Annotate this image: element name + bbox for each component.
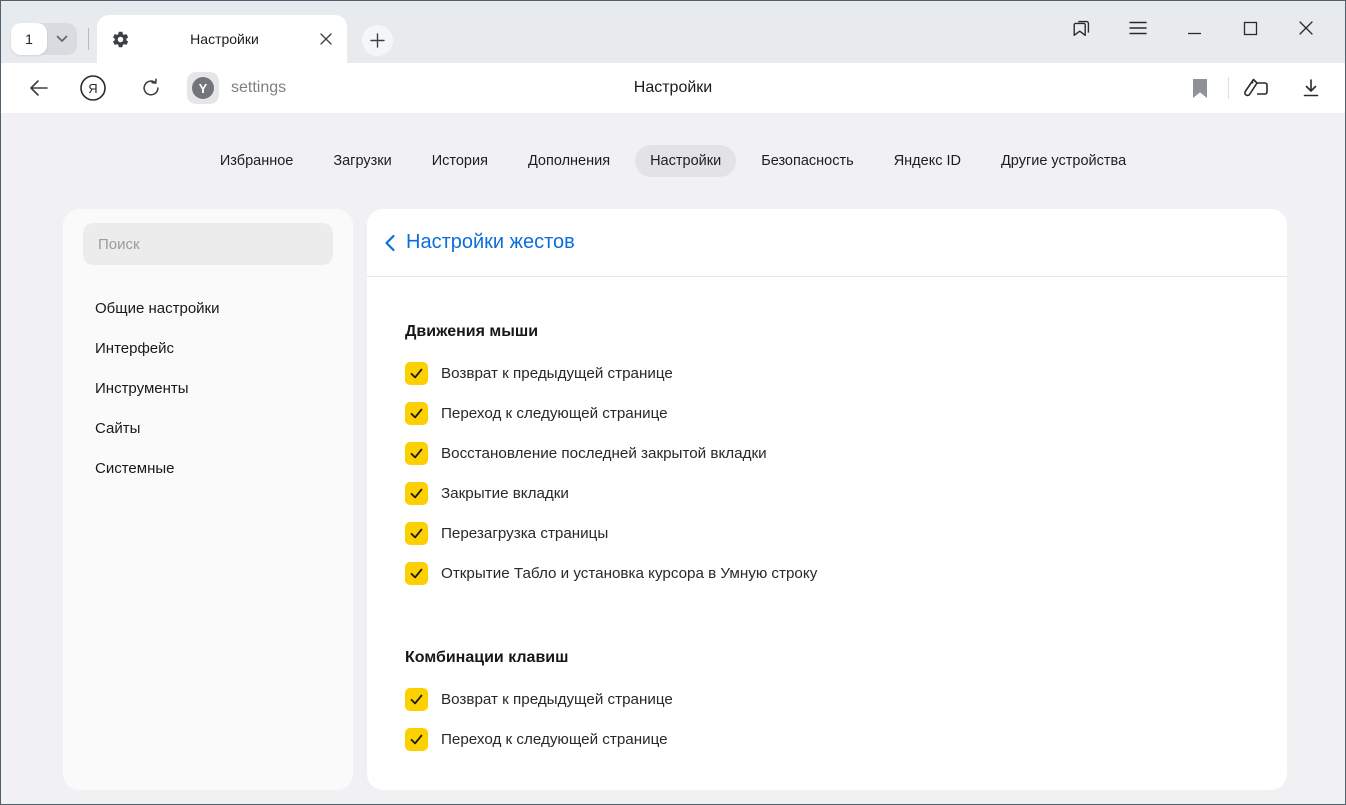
toolbar-left: Я Y settings [1, 72, 286, 104]
checkbox-label: Переход к следующей странице [441, 731, 668, 748]
close-icon[interactable] [1285, 9, 1327, 47]
side-panel-bookmarks-icon[interactable] [1061, 9, 1103, 47]
checkbox-row-tableau-gesture[interactable]: Открытие Табло и установка курсора в Умн… [405, 553, 1247, 593]
toolbar-right [1182, 63, 1329, 113]
section-heading: Движения мыши [405, 323, 1247, 341]
maximize-icon[interactable] [1229, 9, 1271, 47]
nav-tab-addons[interactable]: Дополнения [513, 145, 625, 177]
checkbox-label: Возврат к предыдущей странице [441, 691, 673, 708]
checkbox-checked-icon[interactable] [405, 522, 428, 545]
checkbox-label: Восстановление последней закрытой вкладк… [441, 445, 767, 462]
favicon-letter: Y [192, 77, 214, 99]
nav-tab-downloads[interactable]: Загрузки [318, 145, 406, 177]
new-tab-button[interactable] [362, 25, 393, 56]
sidebar-item-tools[interactable]: Инструменты [63, 369, 353, 409]
browser-window: 1 Настройки [0, 0, 1346, 805]
sidebar-items: Общие настройки Интерфейс Инструменты Са… [63, 289, 353, 489]
settings-nav: Избранное Загрузки История Дополнения На… [1, 145, 1345, 177]
window-controls [1047, 9, 1327, 47]
search-input[interactable] [83, 223, 333, 265]
back-icon[interactable] [23, 72, 55, 104]
minimize-icon[interactable] [1173, 9, 1215, 47]
sidebar-item-general[interactable]: Общие настройки [63, 289, 353, 329]
checkbox-checked-icon[interactable] [405, 402, 428, 425]
back-header[interactable]: Настройки жестов [367, 209, 1287, 277]
sidebar-item-interface[interactable]: Интерфейс [63, 329, 353, 369]
sidebar-item-system[interactable]: Системные [63, 449, 353, 489]
page-favicon: Y [187, 72, 219, 104]
url-text[interactable]: settings [231, 79, 286, 97]
checkbox-row-back-keys[interactable]: Возврат к предыдущей странице [405, 679, 1247, 719]
nav-tab-settings[interactable]: Настройки [635, 145, 736, 177]
key-combinations-section: Комбинации клавиш Возврат к предыдущей с… [405, 649, 1247, 759]
checkbox-row-back-gesture[interactable]: Возврат к предыдущей странице [405, 353, 1247, 393]
tab-counter-button[interactable]: 1 [11, 23, 77, 55]
divider [88, 28, 89, 50]
divider [1228, 77, 1229, 99]
checkbox-checked-icon[interactable] [405, 728, 428, 751]
checkbox-checked-icon[interactable] [405, 362, 428, 385]
nav-tab-yandex-id[interactable]: Яндекс ID [879, 145, 976, 177]
back-chevron-icon [384, 234, 396, 252]
gestures-settings-body: Движения мыши Возврат к предыдущей стран… [367, 277, 1287, 759]
checkbox-checked-icon[interactable] [405, 442, 428, 465]
tab-count: 1 [11, 23, 47, 55]
checkbox-row-close-tab-gesture[interactable]: Закрытие вкладки [405, 473, 1247, 513]
gear-icon [111, 30, 130, 49]
svg-text:Я: Я [88, 81, 97, 96]
nav-tab-security[interactable]: Безопасность [746, 145, 869, 177]
chevron-down-icon [47, 35, 77, 43]
checkbox-label: Возврат к предыдущей странице [441, 365, 673, 382]
download-icon[interactable] [1293, 70, 1329, 106]
checkbox-row-reload-gesture[interactable]: Перезагрузка страницы [405, 513, 1247, 553]
settings-page: Избранное Загрузки История Дополнения На… [1, 113, 1345, 804]
mouse-gestures-section: Движения мыши Возврат к предыдущей стран… [405, 323, 1247, 593]
checkbox-checked-icon[interactable] [405, 562, 428, 585]
checkbox-label: Закрытие вкладки [441, 485, 569, 502]
tab-title: Настройки [130, 31, 319, 47]
bookmark-icon[interactable] [1182, 70, 1218, 106]
checkbox-row-restore-tab-gesture[interactable]: Восстановление последней закрытой вкладк… [405, 433, 1247, 473]
tab-close-icon[interactable] [319, 32, 333, 46]
address-bar: Я Y settings Настройки [1, 63, 1345, 113]
checkbox-row-forward-keys[interactable]: Переход к следующей странице [405, 719, 1247, 759]
collections-icon[interactable] [1239, 70, 1275, 106]
yandex-logo-icon[interactable]: Я [77, 72, 109, 104]
checkbox-checked-icon[interactable] [405, 688, 428, 711]
menu-icon[interactable] [1117, 9, 1159, 47]
tab-settings[interactable]: Настройки [97, 15, 347, 63]
checkbox-label: Перезагрузка страницы [441, 525, 608, 542]
tab-strip: 1 Настройки [1, 1, 1345, 63]
gestures-settings-panel: Настройки жестов Движения мыши Возврат к… [367, 209, 1287, 790]
nav-tab-favorites[interactable]: Избранное [205, 145, 308, 177]
settings-sidebar: Общие настройки Интерфейс Инструменты Са… [63, 209, 353, 790]
nav-tab-other-devices[interactable]: Другие устройства [986, 145, 1141, 177]
checkbox-checked-icon[interactable] [405, 482, 428, 505]
sidebar-item-sites[interactable]: Сайты [63, 409, 353, 449]
page-title: Настройки жестов [406, 231, 575, 254]
reload-icon[interactable] [135, 72, 167, 104]
checkbox-label: Переход к следующей странице [441, 405, 668, 422]
nav-tab-history[interactable]: История [417, 145, 503, 177]
section-heading: Комбинации клавиш [405, 649, 1247, 667]
checkbox-row-forward-gesture[interactable]: Переход к следующей странице [405, 393, 1247, 433]
checkbox-label: Открытие Табло и установка курсора в Умн… [441, 565, 817, 582]
